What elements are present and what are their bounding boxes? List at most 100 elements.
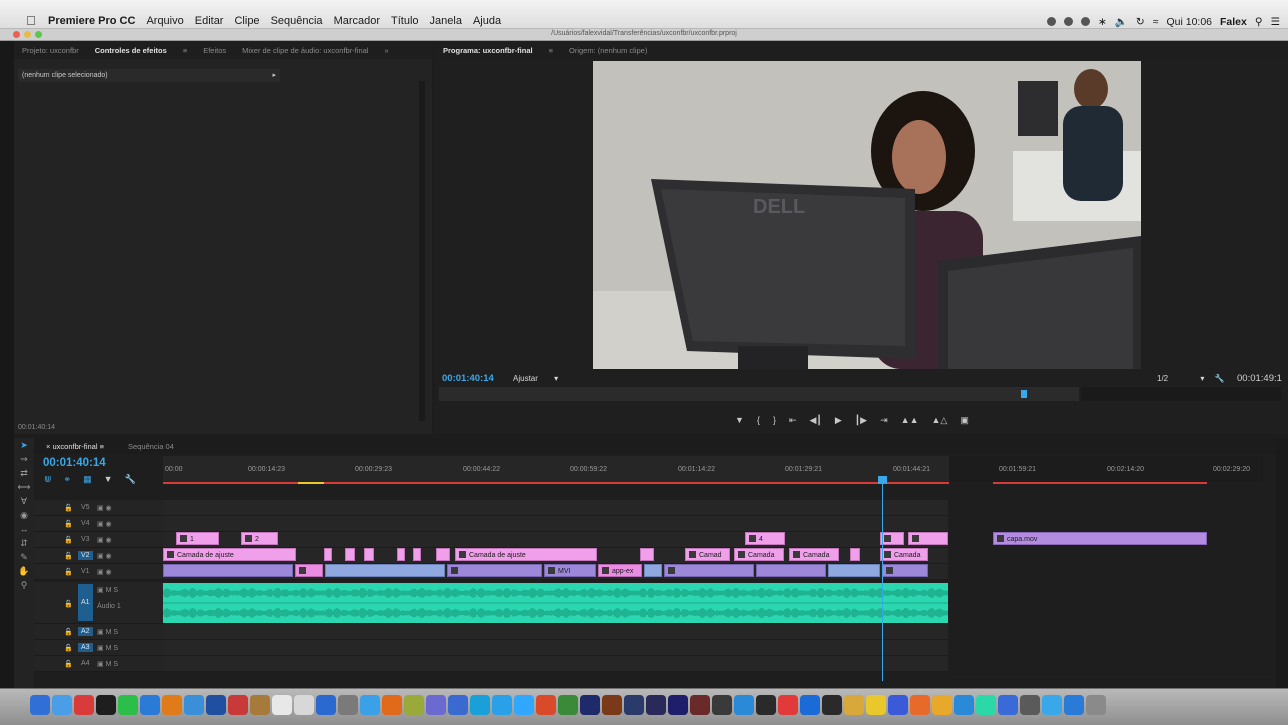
toggle-output-icon[interactable]: ▣ ◉ [97, 568, 112, 576]
menu-arquivo[interactable]: Arquivo [146, 15, 183, 27]
pen-tool-icon[interactable]: ✎ [14, 552, 34, 564]
timeline-clip[interactable]: Camada [789, 548, 839, 561]
play-icon[interactable]: ▶ [835, 415, 842, 426]
track-name[interactable]: V3 [78, 535, 93, 544]
track-name[interactable]: V5 [78, 503, 93, 512]
dock-app-icon[interactable] [140, 695, 160, 715]
tab-effects[interactable]: Efeitos [195, 46, 234, 55]
timeline-clip[interactable]: 1 [176, 532, 219, 545]
track-header-a4[interactable]: 🔓 A4 ▣ M S [34, 656, 163, 672]
mute-button[interactable]: M [106, 645, 112, 652]
menu-editar[interactable]: Editar [195, 15, 224, 27]
add-marker-icon[interactable]: ▼ [104, 474, 113, 485]
dock-app-icon[interactable] [338, 695, 358, 715]
dock-app-icon[interactable] [778, 695, 798, 715]
track-lane-v4[interactable] [163, 516, 948, 532]
user-name[interactable]: Falex [1220, 16, 1247, 28]
more-tabs-icon[interactable]: » [376, 46, 396, 55]
mark-out-icon[interactable]: } [773, 415, 776, 426]
timeline-clip[interactable] [664, 564, 754, 577]
timeline-clip[interactable]: 2 [241, 532, 278, 545]
track-name[interactable]: V4 [78, 519, 93, 528]
linked-selection-icon[interactable]: ⚭ [64, 474, 72, 485]
track-header-v3[interactable]: 🔓 V3 ▣ ◉ [34, 532, 163, 548]
dock-app-icon[interactable] [800, 695, 820, 715]
track-header-v5[interactable]: 🔓 V5 ▣ ◉ [34, 500, 163, 516]
menu-titulo[interactable]: Título [391, 15, 419, 27]
dock-app-icon[interactable] [580, 695, 600, 715]
notification-center-icon[interactable]: ☰ [1271, 16, 1280, 28]
timeline-clip[interactable]: Camada de ajuste [455, 548, 597, 561]
timeline-clip[interactable]: 4 [745, 532, 785, 545]
go-to-out-icon[interactable]: ⇥ [880, 415, 888, 426]
zoom-tool-icon[interactable]: ⚲ [14, 580, 34, 592]
track-mute-solo[interactable]: ▣ M S [97, 586, 118, 594]
timeline-clip[interactable] [345, 548, 355, 561]
mute-button[interactable]: M [106, 587, 112, 594]
panel-menu-icon[interactable]: ≡ [541, 46, 561, 55]
track-lane-v3[interactable] [163, 532, 948, 548]
app-name-menu[interactable]: Premiere Pro CC [48, 15, 135, 27]
solo-button[interactable]: S [113, 645, 118, 652]
add-marker-icon[interactable]: ▼ [735, 415, 744, 426]
timeline-clip[interactable] [756, 564, 826, 577]
solo-button[interactable]: S [113, 629, 118, 636]
timeline-clip[interactable] [880, 532, 904, 545]
status-icon[interactable] [1047, 17, 1056, 26]
timeline-clip[interactable]: Camada de ajuste [163, 548, 296, 561]
dock-app-icon[interactable] [734, 695, 754, 715]
track-mute-solo[interactable]: ▣ M S [97, 660, 118, 668]
timeline-clip[interactable] [364, 548, 374, 561]
track-lane-a2[interactable] [163, 624, 948, 640]
timeline-clip[interactable] [436, 548, 450, 561]
timeline-clip[interactable]: Camad [685, 548, 730, 561]
menu-ajuda[interactable]: Ajuda [473, 15, 501, 27]
playhead-handle[interactable] [878, 476, 887, 484]
track-lane-v5[interactable] [163, 500, 948, 516]
dock-app-icon[interactable] [470, 695, 490, 715]
program-current-timecode[interactable]: 00:01:40:14 [442, 373, 494, 384]
dock-app-icon[interactable] [822, 695, 842, 715]
dock-app-icon[interactable] [162, 695, 182, 715]
track-name[interactable]: A2 [78, 627, 93, 636]
track-header-v2[interactable]: 🔓 V2 ▣ ◉ [34, 548, 163, 564]
dock-app-icon[interactable] [910, 695, 930, 715]
dock-app-icon[interactable] [712, 695, 732, 715]
spotlight-search-icon[interactable]: ⚲ [1255, 16, 1263, 28]
dock-app-icon[interactable] [602, 695, 622, 715]
timeline-clip[interactable] [882, 564, 928, 577]
dock-app-icon[interactable] [316, 695, 336, 715]
close-tab-icon[interactable]: × [46, 442, 50, 451]
menu-marcador[interactable]: Marcador [334, 15, 380, 27]
clock[interactable]: Qui 10:06 [1166, 16, 1212, 28]
dock-app-icon[interactable] [52, 695, 72, 715]
dock-app-icon[interactable] [228, 695, 248, 715]
dock-app-icon[interactable] [206, 695, 226, 715]
lock-icon[interactable]: 🔓 [64, 552, 73, 560]
lock-icon[interactable]: 🔓 [64, 504, 73, 512]
dock-app-icon[interactable] [844, 695, 864, 715]
track-header-v1[interactable]: 🔓 V1 ▣ ◉ [34, 564, 163, 580]
program-scrub-bar[interactable] [439, 387, 1079, 401]
dock-app-icon[interactable] [1086, 695, 1106, 715]
dock-app-icon[interactable] [1064, 695, 1084, 715]
status-icon[interactable] [1064, 17, 1073, 26]
track-mute-solo[interactable]: ▣ M S [97, 628, 118, 636]
menu-clipe[interactable]: Clipe [234, 15, 259, 27]
timeline-clip[interactable] [325, 564, 445, 577]
track-name[interactable]: V2 [78, 551, 93, 560]
program-video-frame[interactable]: DELL [593, 61, 1141, 369]
menu-janela[interactable]: Janela [430, 15, 462, 27]
program-scrub-bar-outside[interactable] [1081, 387, 1281, 401]
lock-icon[interactable]: 🔓 [64, 568, 73, 576]
solo-button[interactable]: S [113, 587, 118, 594]
tab-effect-controls[interactable]: Controles de efeitos [87, 46, 175, 55]
tab-program[interactable]: Programa: uxconfbr-final [435, 46, 541, 55]
dock-app-icon[interactable] [558, 695, 578, 715]
timeline-clip[interactable] [295, 564, 323, 577]
snap-icon[interactable]: ⋓ [44, 474, 52, 485]
track-mute-solo[interactable]: ▣ M S [97, 644, 118, 652]
bluetooth-icon[interactable]: ∗ [1098, 16, 1107, 28]
dock-app-icon[interactable] [96, 695, 116, 715]
status-icon[interactable] [1081, 17, 1090, 26]
